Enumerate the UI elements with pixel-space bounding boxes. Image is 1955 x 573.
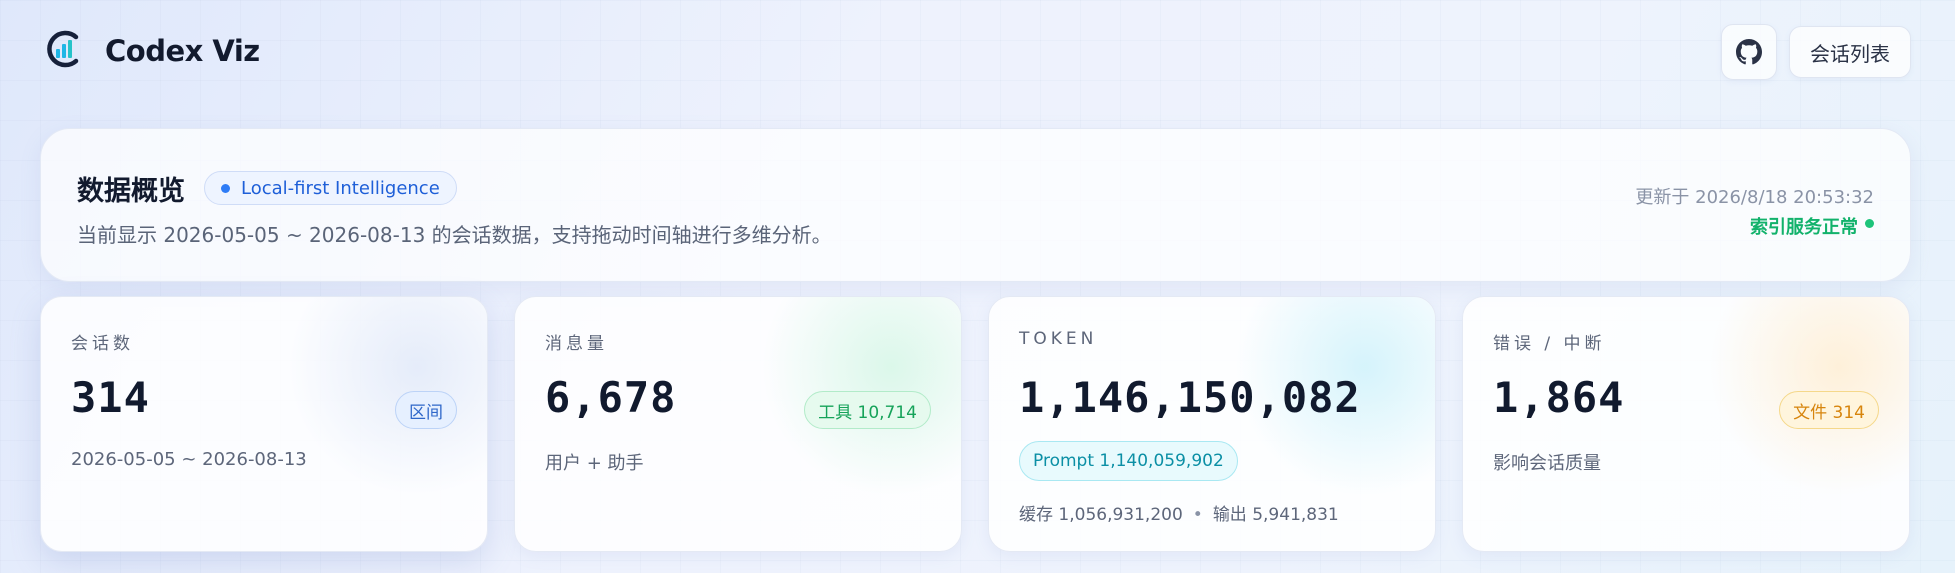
- codex-logo-icon[interactable]: [43, 28, 85, 70]
- status-dot-icon: [1865, 219, 1874, 228]
- brand-title[interactable]: Codex Viz: [105, 34, 260, 68]
- range-badge: 区间: [395, 391, 457, 429]
- overview-title: 数据概览: [77, 176, 185, 207]
- badge-label: Local-first Intelligence: [241, 177, 440, 199]
- stat-card-tokens[interactable]: TOKEN 1,146,150,082 Prompt 1,140,059,902…: [988, 296, 1436, 552]
- stat-card-errors[interactable]: 错误 / 中断 1,864 文件 314 影响会话质量: [1462, 296, 1910, 552]
- card-sub: 影响会话质量: [1493, 453, 1601, 474]
- local-first-badge: Local-first Intelligence: [204, 171, 457, 205]
- output-tokens: 输出 5,941,831: [1212, 505, 1339, 525]
- token-breakdown: 缓存 1,056,931,200 • 输出 5,941,831: [1019, 500, 1339, 525]
- card-sub: 用户 + 助手: [545, 453, 644, 474]
- card-value: 1,146,150,082: [1019, 373, 1361, 422]
- overview-panel: 数据概览 Local-first Intelligence 当前显示 2026-…: [40, 128, 1911, 282]
- card-label: 消息量: [545, 334, 608, 354]
- card-value: 314: [71, 373, 150, 422]
- session-list-button[interactable]: 会话列表: [1789, 26, 1911, 78]
- stat-card-messages[interactable]: 消息量 6,678 工具 10,714 用户 + 助手: [514, 296, 962, 552]
- github-icon: [1736, 39, 1762, 65]
- overview-description: 当前显示 2026-05-05 ~ 2026-08-13 的会话数据，支持拖动时…: [77, 223, 832, 247]
- app-header: Codex Viz 会话列表: [0, 0, 1955, 104]
- card-label: TOKEN: [1019, 329, 1098, 349]
- card-sub: 2026-05-05 ~ 2026-08-13: [71, 449, 307, 470]
- card-value: 6,678: [545, 373, 677, 422]
- cache-tokens: 缓存 1,056,931,200: [1019, 505, 1183, 525]
- github-button[interactable]: [1721, 24, 1777, 80]
- last-updated-time: 更新于 2026/8/18 20:53:32: [1635, 187, 1874, 208]
- card-label: 错误 / 中断: [1493, 334, 1606, 354]
- separator-dot: •: [1192, 505, 1203, 525]
- badge-dot-icon: [221, 184, 230, 193]
- files-badge: 文件 314: [1779, 391, 1879, 429]
- stat-card-sessions[interactable]: 会话数 314 区间 2026-05-05 ~ 2026-08-13: [40, 296, 488, 552]
- prompt-tokens-badge: Prompt 1,140,059,902: [1019, 441, 1238, 481]
- tools-badge: 工具 10,714: [804, 391, 931, 429]
- card-label: 会话数: [71, 334, 134, 354]
- index-service-status: 索引服务正常: [1750, 217, 1858, 238]
- card-value: 1,864: [1493, 373, 1625, 422]
